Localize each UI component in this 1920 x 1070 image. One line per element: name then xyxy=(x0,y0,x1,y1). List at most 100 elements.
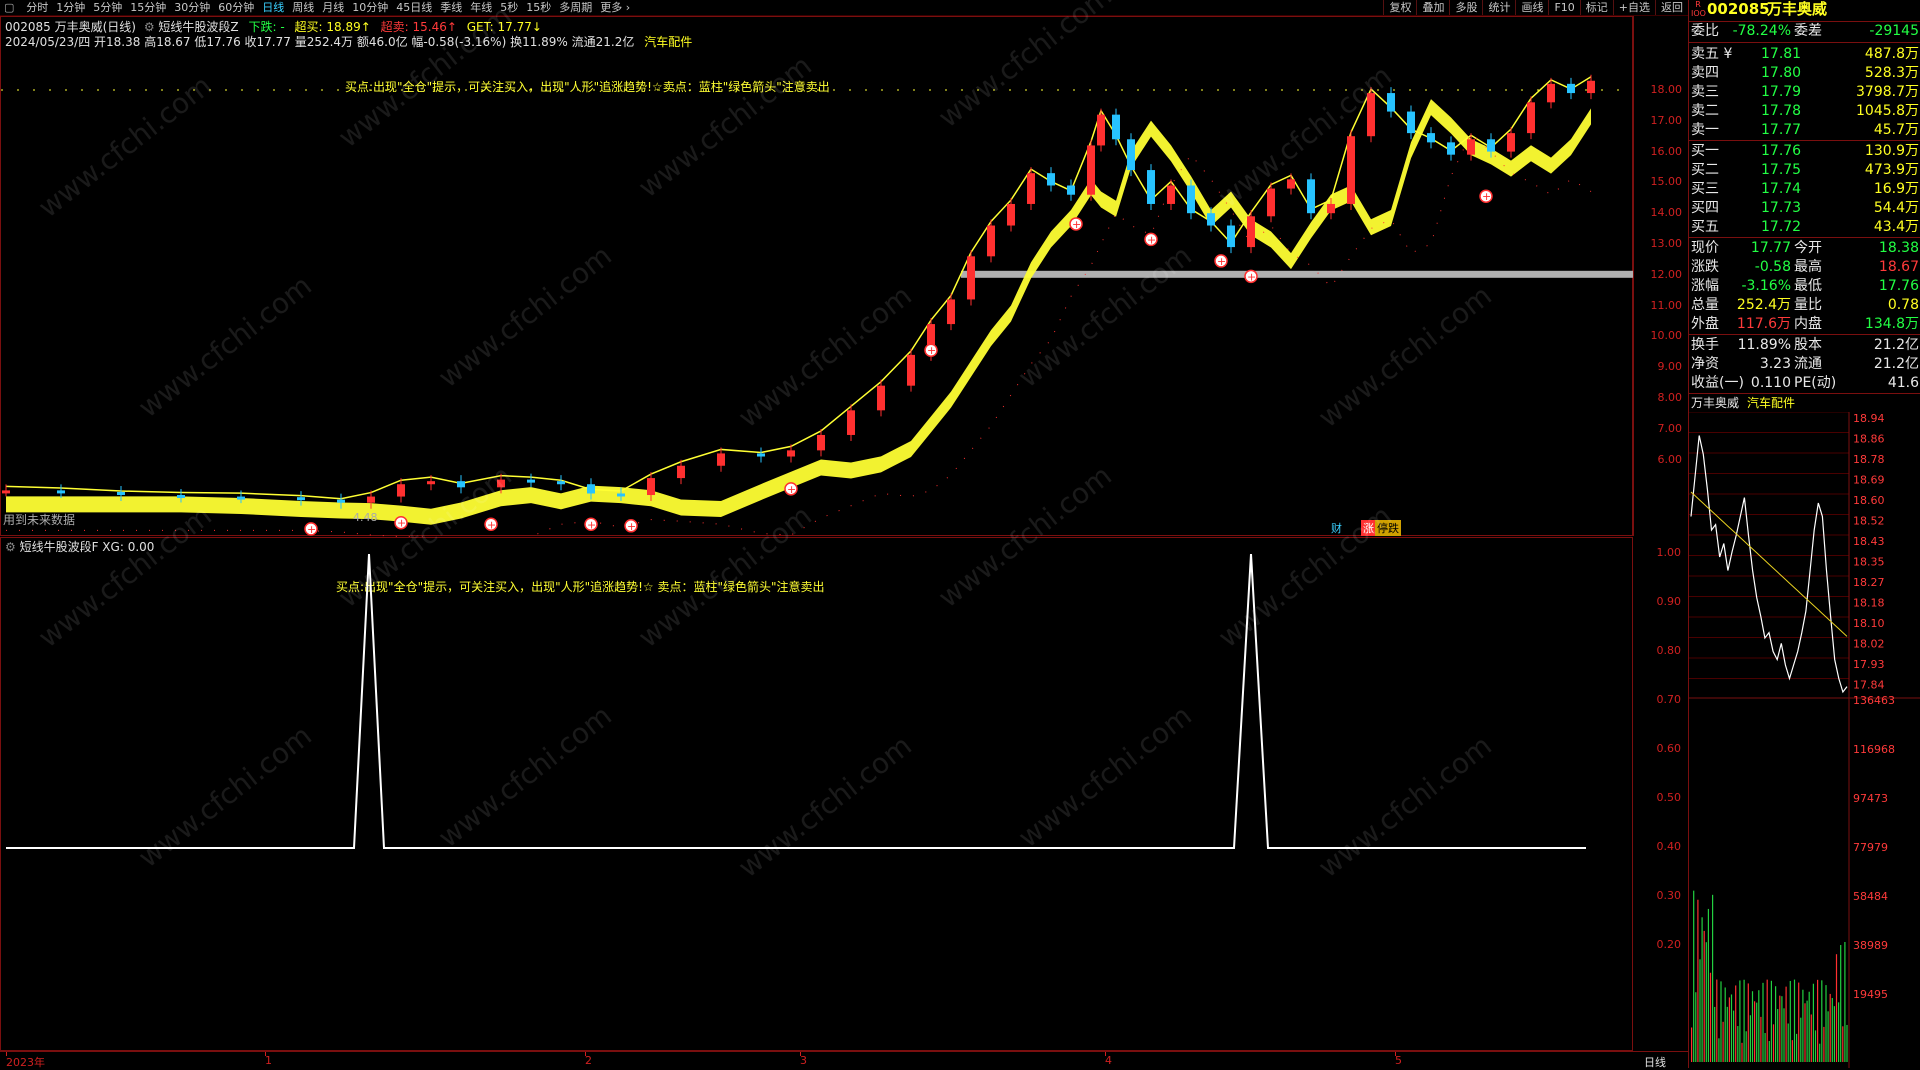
mini-volume-bar xyxy=(1842,1026,1844,1062)
mini-volume-bar xyxy=(1775,986,1777,1062)
quote-value: -0.58 xyxy=(1754,259,1791,275)
buy-signal-plus: + xyxy=(487,518,496,531)
mini-volume-bar xyxy=(1787,1023,1789,1062)
time-label: 4 xyxy=(1105,1054,1112,1067)
candle-body xyxy=(947,299,955,325)
intraday-mini-chart[interactable]: 18.94 18.86 18.78 18.69 18.60 18.52 18.43 18.35… xyxy=(1689,412,1920,1068)
finance-icon[interactable]: 财 xyxy=(1331,520,1342,536)
mini-volume-bar xyxy=(1840,945,1842,1062)
mini-volume-bar xyxy=(1751,991,1754,1062)
candle-body xyxy=(1307,179,1315,214)
book-level-label: 卖五 ¥ xyxy=(1691,46,1733,62)
quote-value: 21.2亿 xyxy=(1873,356,1919,372)
order-book-row[interactable]: 买三 17.74 16.9万 xyxy=(1689,180,1920,199)
mini-volume-bar xyxy=(1749,1015,1751,1062)
quote-value: 0.78 xyxy=(1887,297,1919,313)
mini-volume-bar xyxy=(1777,1009,1779,1062)
toolbar-btn-3[interactable]: 统计 xyxy=(1482,0,1515,15)
candle-body xyxy=(1087,145,1095,195)
mini-price-tick: 18.27 xyxy=(1853,576,1885,589)
mini-volume-bar xyxy=(1754,1001,1756,1062)
sub-y-tick: 0.70 xyxy=(1656,693,1682,706)
limit-down-tag[interactable]: 停跌 xyxy=(1375,520,1401,536)
order-book-row[interactable]: 卖二 17.78 1045.8万 xyxy=(1689,102,1920,121)
toolbar-btn-6[interactable]: 标记 xyxy=(1579,0,1613,15)
main-y-tick: 18.00 xyxy=(1650,83,1683,96)
mini-volume-bar xyxy=(1747,983,1749,1062)
mini-volume-bar xyxy=(1793,979,1796,1062)
candle-body xyxy=(587,484,595,494)
main-y-tick: 15.00 xyxy=(1650,175,1683,189)
tab-0[interactable]: 分时 xyxy=(22,0,52,15)
candle-body xyxy=(1547,83,1555,103)
order-book-row[interactable]: 卖三 17.79 3798.7万 xyxy=(1689,83,1920,102)
order-book-row[interactable]: 卖四 17.80 528.3万 xyxy=(1689,64,1920,83)
menu-toggle-icon[interactable]: ▢ xyxy=(0,0,18,15)
candle-body xyxy=(397,484,405,497)
tab-4[interactable]: 30分钟 xyxy=(170,0,214,15)
quote-row: 涨跌 -0.58 最高 18.67 xyxy=(1689,258,1920,277)
order-book-row[interactable]: 买二 17.75 473.9万 xyxy=(1689,161,1920,180)
toolbar-btn-2[interactable]: 多股 xyxy=(1449,0,1482,15)
time-tick xyxy=(265,1052,266,1056)
mini-volume-bar xyxy=(1758,990,1760,1062)
tab-2[interactable]: 5分钟 xyxy=(89,0,126,15)
sub-value-axis: 1.00 0.90 0.80 0.70 0.60 0.50 0.40 0.30 0.20 xyxy=(1633,537,1687,1051)
mini-volume-bar xyxy=(1701,917,1703,1062)
tab-6[interactable]: 日线 xyxy=(258,0,288,15)
order-book-row[interactable]: 卖五 ¥ 17.81 487.8万 xyxy=(1689,45,1920,64)
mini-volume-bar xyxy=(1770,980,1772,1062)
buy-signal-plus: + xyxy=(587,518,596,531)
tab-5[interactable]: 60分钟 xyxy=(214,0,258,15)
sub-y-tick: 0.20 xyxy=(1656,938,1682,951)
buy-signal-plus: + xyxy=(1072,218,1081,231)
candle-body xyxy=(1387,93,1395,112)
quote-label: 换手 xyxy=(1691,337,1719,353)
candle-body xyxy=(1567,83,1575,94)
tab-14[interactable]: 15秒 xyxy=(522,0,555,15)
tab-15[interactable]: 多周期 xyxy=(555,0,596,15)
book-level-label: 买三 xyxy=(1691,181,1719,197)
main-kline-chart[interactable]: 002085 万丰奥威(日线) ⚙ 短线牛股波段Z 下跌: - 超买: 18.8… xyxy=(0,16,1634,537)
tab-9[interactable]: 10分钟 xyxy=(348,0,392,15)
mini-volume-bar xyxy=(1806,1000,1808,1062)
book-price: 17.78 xyxy=(1761,103,1802,119)
order-book-row[interactable]: 买五 17.72 43.4万 xyxy=(1689,218,1920,237)
toolbar-btn-7[interactable]: +自选 xyxy=(1612,0,1655,15)
candle-body xyxy=(427,481,435,485)
mini-volume-bar xyxy=(1720,981,1722,1062)
tab-16[interactable]: 更多 › xyxy=(596,0,634,15)
toolbar-btn-5[interactable]: F10 xyxy=(1548,0,1579,15)
book-price: 17.79 xyxy=(1761,84,1802,100)
order-book-row[interactable]: 买四 17.73 54.4万 xyxy=(1689,199,1920,218)
sub-indicator-chart[interactable]: ⚙ 短线牛股波段F XG: 0.00 买点:出现"全仓"提示，可关注买入，出现"… xyxy=(0,537,1633,1051)
toolbar-btn-0[interactable]: 复权 xyxy=(1383,0,1416,15)
tab-10[interactable]: 45日线 xyxy=(392,0,436,15)
tab-11[interactable]: 季线 xyxy=(436,0,466,15)
mini-volume-bar xyxy=(1760,1016,1762,1062)
tab-7[interactable]: 周线 xyxy=(288,0,318,15)
quote-value: 18.67 xyxy=(1878,259,1919,275)
toolbar-btn-1[interactable]: 叠加 xyxy=(1416,0,1449,15)
tab-3[interactable]: 15分钟 xyxy=(126,0,170,15)
mini-volume-bar xyxy=(1733,1010,1735,1062)
book-volume: 528.3万 xyxy=(1864,65,1919,81)
tab-13[interactable]: 5秒 xyxy=(496,0,522,15)
tab-1[interactable]: 1分钟 xyxy=(52,0,89,15)
weicha-value: -29145 xyxy=(1869,23,1919,39)
tab-12[interactable]: 年线 xyxy=(466,0,496,15)
candle-body xyxy=(1227,225,1235,248)
tab-8[interactable]: 月线 xyxy=(318,0,348,15)
weibi-value: -78.24% xyxy=(1732,23,1791,39)
limit-up-tag[interactable]: 涨 xyxy=(1361,520,1376,536)
candle-body xyxy=(1327,203,1335,214)
book-volume: 487.8万 xyxy=(1864,46,1919,62)
toolbar-btn-8[interactable]: 返回 xyxy=(1655,0,1688,15)
toolbar-btn-4[interactable]: 画线 xyxy=(1515,0,1548,15)
order-book-row[interactable]: 卖一 17.77 45.7万 xyxy=(1689,121,1920,140)
quote-label: 总量 xyxy=(1691,297,1719,313)
mini-volume-bar xyxy=(1783,1008,1785,1062)
order-book-row[interactable]: 买一 17.76 130.9万 xyxy=(1689,142,1920,161)
candle-body xyxy=(1287,179,1295,189)
mini-volume-bar xyxy=(1691,1027,1693,1062)
